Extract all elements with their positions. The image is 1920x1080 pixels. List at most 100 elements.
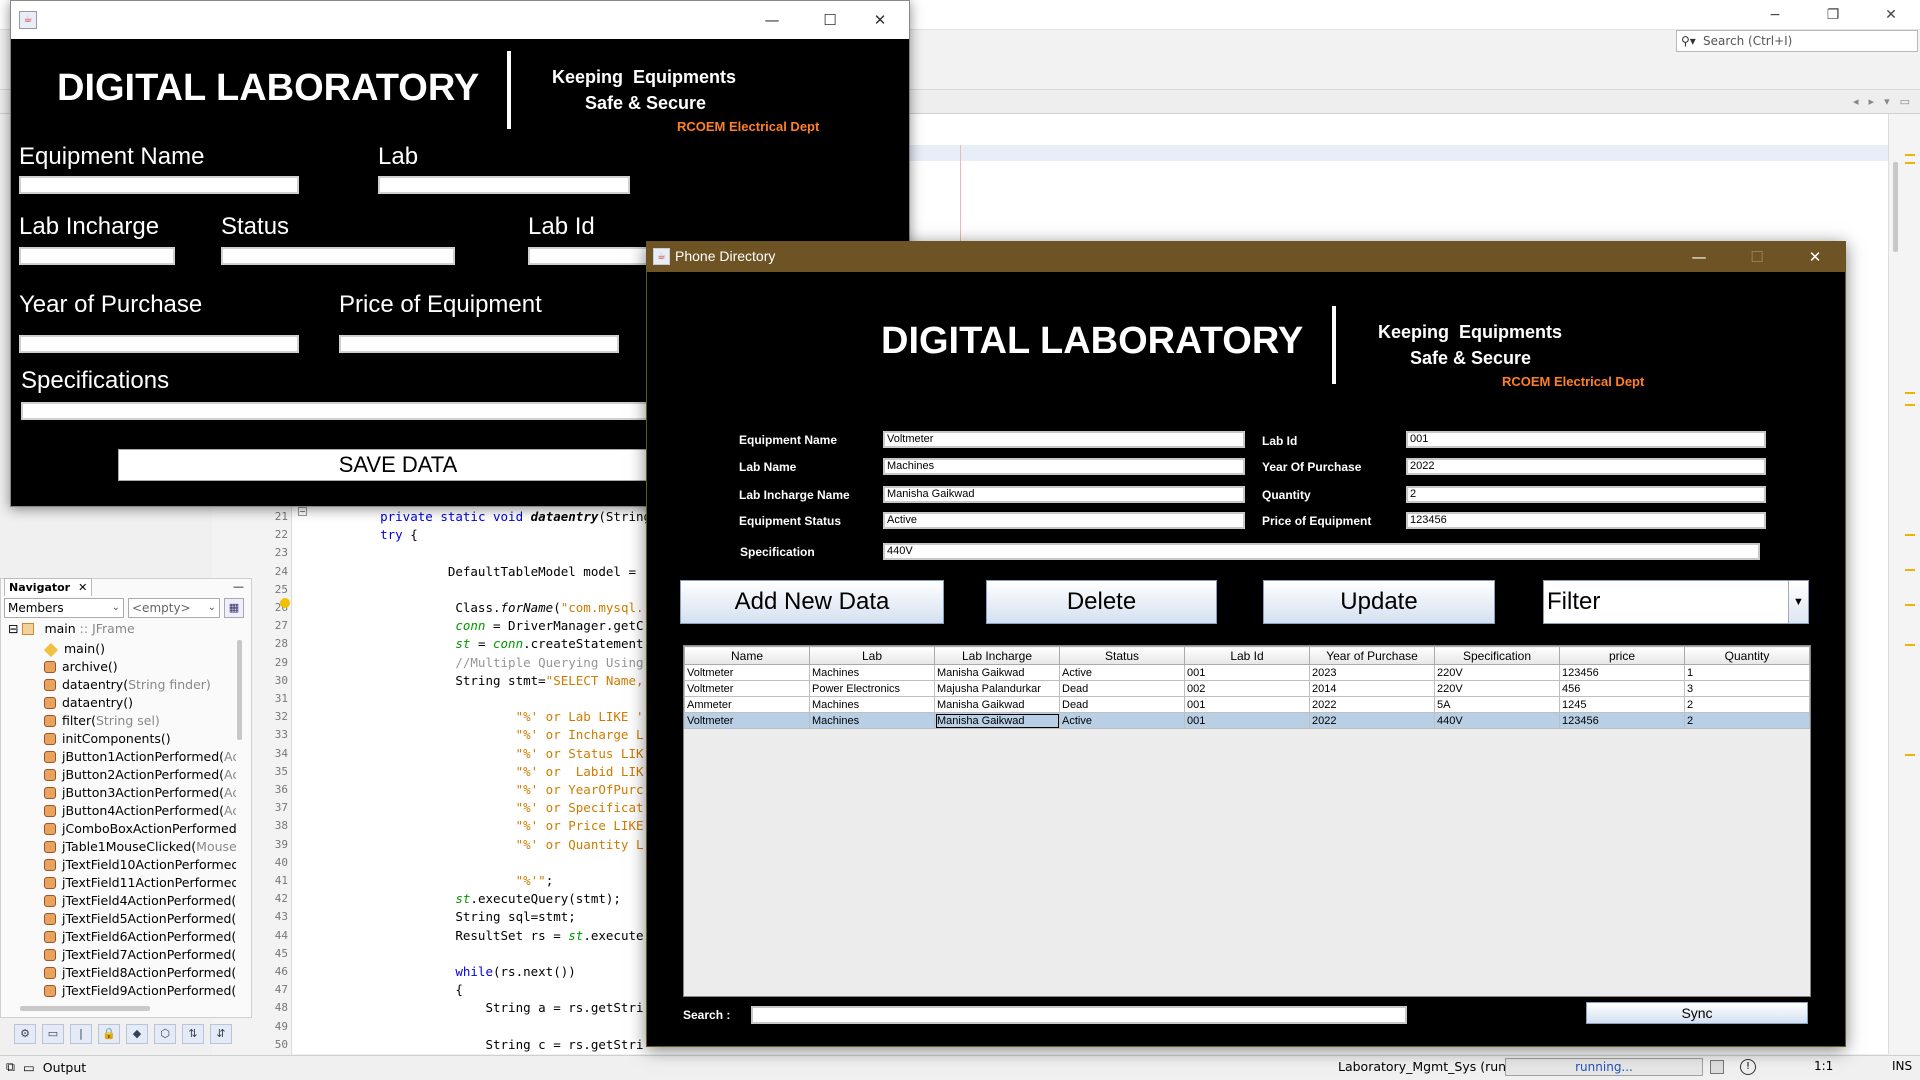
tab-list-icon[interactable]: ▾ xyxy=(1884,95,1890,108)
navigator-member[interactable]: jTextField9ActionPerformed( xyxy=(44,982,236,1000)
notifications-icon[interactable]: ! xyxy=(1740,1059,1756,1075)
code-line[interactable]: while(rs.next()) xyxy=(350,963,575,981)
tab-scroll-left-icon[interactable]: ◂ xyxy=(1853,95,1859,108)
editor-scrollbar[interactable] xyxy=(1893,162,1898,252)
tree-root[interactable]: ⊟ main :: JFrame xyxy=(8,620,135,638)
table-cell[interactable]: Manisha Gaikwad xyxy=(934,712,1060,729)
column-header[interactable]: Lab xyxy=(809,646,935,665)
navigator-member[interactable]: jButton2ActionPerformed(Act xyxy=(44,766,236,784)
table-cell[interactable]: Voltmeter xyxy=(684,712,810,729)
table-cell[interactable]: 1245 xyxy=(1559,696,1685,713)
column-header[interactable]: Status xyxy=(1059,646,1185,665)
run-progress-bar[interactable]: running... xyxy=(1505,1058,1703,1076)
update-button[interactable]: Update xyxy=(1263,580,1495,624)
close-button[interactable]: ✕ xyxy=(851,1,909,39)
code-line[interactable]: { xyxy=(350,981,463,999)
table-cell[interactable]: 002 xyxy=(1184,680,1310,697)
column-header[interactable]: Lab Id xyxy=(1184,646,1310,665)
ide-restore-button[interactable]: ❐ xyxy=(1804,0,1862,30)
quantity-field[interactable]: 2 xyxy=(1406,486,1766,503)
price-of-equipment-field[interactable] xyxy=(339,335,619,353)
column-header[interactable]: Lab Incharge xyxy=(934,646,1060,665)
navigator-vscrollbar[interactable] xyxy=(237,640,242,740)
minimize-button[interactable]: — xyxy=(743,1,801,39)
equipment-name-field[interactable] xyxy=(19,176,299,194)
lab-field[interactable] xyxy=(378,176,630,194)
code-line[interactable]: String stmt="SELECT Name, xyxy=(350,672,643,690)
tab-scroll-right-icon[interactable]: ▸ xyxy=(1869,95,1875,108)
table-cell[interactable]: 001 xyxy=(1184,696,1310,713)
window-title-bar[interactable]: ☕ — ☐ ✕ xyxy=(11,1,909,39)
table-cell[interactable]: Dead xyxy=(1059,696,1185,713)
column-header[interactable]: Specification xyxy=(1434,646,1560,665)
minimize-button[interactable]: — xyxy=(1670,242,1728,272)
cancel-task-icon[interactable] xyxy=(1710,1060,1724,1074)
maximize-button[interactable]: ☐ xyxy=(1728,242,1786,272)
delete-button[interactable]: Delete xyxy=(986,580,1217,624)
navigator-hscrollbar[interactable] xyxy=(20,1006,150,1011)
table-cell[interactable]: Majusha Palandurkar xyxy=(934,680,1060,697)
code-line[interactable]: "%' or Incharge L xyxy=(350,726,644,744)
code-line[interactable]: "%' or Lab LIKE ' xyxy=(350,708,644,726)
table-cell[interactable]: 440V xyxy=(1434,712,1560,729)
equipment-name-field[interactable]: Voltmeter xyxy=(883,431,1245,448)
inherited-icon[interactable]: ◆ xyxy=(126,1024,148,1044)
table-cell[interactable]: Voltmeter xyxy=(684,664,810,681)
navigator-member[interactable]: jTable1MouseClicked(Mouse xyxy=(44,838,236,856)
table-cell[interactable]: Power Electronics xyxy=(809,680,935,697)
table-cell[interactable]: 220V xyxy=(1434,664,1560,681)
tab-navigator[interactable]: Navigator ✕ xyxy=(4,578,93,596)
navigator-member[interactable]: jTextField10ActionPerformed xyxy=(44,856,236,874)
code-line[interactable]: String sql=stmt; xyxy=(350,908,575,926)
table-cell[interactable]: Dead xyxy=(1059,680,1185,697)
table-cell[interactable]: 2022 xyxy=(1309,712,1435,729)
table-cell[interactable]: 2022 xyxy=(1309,696,1435,713)
code-line[interactable]: Class.forName("com.mysql. xyxy=(350,599,643,617)
navigator-member[interactable]: dataentry() xyxy=(44,694,236,712)
column-header[interactable]: price xyxy=(1559,646,1685,665)
table-row[interactable]: Voltmeter Power Electronics Majusha Paland… xyxy=(684,680,1810,697)
table-cell[interactable]: Voltmeter xyxy=(684,680,810,697)
navigator-member[interactable]: jTextField11ActionPerformed xyxy=(44,874,236,892)
lab-incharge-field[interactable] xyxy=(19,247,175,265)
save-data-button[interactable]: SAVE DATA xyxy=(118,449,678,481)
table-row[interactable]: Voltmeter Machines Manisha Gaikwad Active 00… xyxy=(684,712,1810,729)
code-line[interactable]: try { xyxy=(350,526,418,544)
code-line[interactable]: "%' or Status LIK xyxy=(350,745,644,763)
column-header[interactable]: Year of Purchase xyxy=(1309,646,1435,665)
empty-dropdown[interactable]: <empty> ⌄ xyxy=(128,598,220,618)
code-line[interactable]: "%' or Price LIKE xyxy=(350,817,644,835)
table-cell[interactable]: Machines xyxy=(809,696,935,713)
lab-name-field[interactable]: Machines xyxy=(883,458,1245,475)
navigator-member[interactable]: dataentry(String finder) xyxy=(44,676,236,694)
navigator-member[interactable]: main() xyxy=(44,640,236,658)
table-cell[interactable]: 5A xyxy=(1434,696,1560,713)
ide-minimize-button[interactable]: − xyxy=(1746,0,1804,30)
code-line[interactable]: "%' or Quantity L xyxy=(350,836,644,854)
navigator-member[interactable]: jButton4ActionPerformed(Act xyxy=(44,802,236,820)
table-cell[interactable]: 2014 xyxy=(1309,680,1435,697)
code-line[interactable]: st = conn.createStatement xyxy=(350,635,643,653)
table-cell[interactable]: Active xyxy=(1059,664,1185,681)
lab-incharge-name-field[interactable]: Manisha Gaikwad xyxy=(883,486,1245,503)
specification-field[interactable]: 440V xyxy=(883,543,1760,560)
code-line[interactable]: "%'"; xyxy=(350,872,554,890)
restore-icon[interactable]: ⧉ xyxy=(6,1059,15,1075)
static-icon[interactable]: | xyxy=(70,1024,92,1044)
ide-search-input[interactable]: ⚲▾ Search (Ctrl+I) xyxy=(1676,30,1918,52)
table-cell[interactable]: 3 xyxy=(1684,680,1810,697)
filter-icon[interactable]: ▦ xyxy=(224,598,244,618)
table-cell[interactable]: 2 xyxy=(1684,712,1810,729)
sort-source-icon[interactable]: ⇵ xyxy=(210,1024,232,1044)
navigator-member[interactable]: jComboBoxActionPerformed( xyxy=(44,820,236,838)
lock-icon[interactable]: 🔒 xyxy=(98,1024,120,1044)
code-line[interactable]: //Multiple Querying Using xyxy=(350,654,643,672)
table-cell[interactable]: 220V xyxy=(1434,680,1560,697)
window-title-bar[interactable]: ☕ Phone Directory — ☐ ✕ xyxy=(647,242,1845,272)
year-of-purchase-field[interactable]: 2022 xyxy=(1406,458,1766,475)
column-header[interactable]: Name xyxy=(684,646,810,665)
equipment-table[interactable]: Name Lab Lab Incharge Status Lab Id Year of P… xyxy=(683,645,1811,997)
sort-icon[interactable]: ⚙ xyxy=(14,1024,36,1044)
table-cell[interactable]: Active xyxy=(1059,712,1185,729)
table-cell[interactable]: 1 xyxy=(1684,664,1810,681)
